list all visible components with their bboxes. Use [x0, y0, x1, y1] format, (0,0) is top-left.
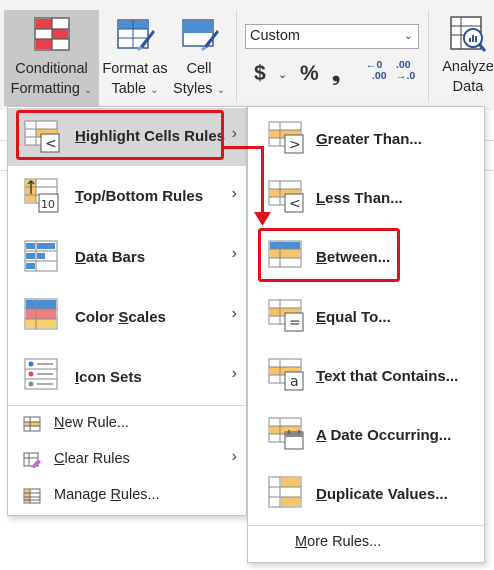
- data-bars-icon: [24, 240, 60, 274]
- text-contains-glyph: a: [290, 374, 299, 390]
- annotation-arrow-head-icon: [254, 212, 271, 226]
- menu-item-clear-rules[interactable]: Clear Rules ›: [8, 443, 246, 477]
- equal-to-icon: =: [268, 299, 304, 333]
- menu-item-label: Manage Rules...: [54, 487, 160, 503]
- chevron-right-icon: ›: [231, 448, 237, 465]
- clear-rules-icon: [23, 451, 41, 469]
- chevron-right-icon: ›: [231, 125, 237, 142]
- less-than-icon: <: [268, 180, 304, 214]
- duplicate-values-icon: [268, 476, 304, 510]
- decrease-decimal-button[interactable]: .00 →.0: [396, 60, 415, 82]
- menu-item-label: Icon Sets: [75, 369, 142, 386]
- menu-item-data-bars[interactable]: Data Bars ›: [8, 228, 246, 286]
- text-contains-icon: a: [268, 358, 304, 392]
- menu-item-text-that-contains[interactable]: a Text that Contains...: [248, 346, 484, 404]
- menu-item-date-occurring[interactable]: A Date Occurring...: [248, 405, 484, 463]
- format-as-table-icon: [115, 16, 155, 54]
- conditional-formatting-label-1: Conditional: [15, 61, 88, 77]
- menu-item-label: Top/Bottom Rules: [75, 188, 204, 205]
- analyze-data-label-2: Data: [452, 79, 484, 95]
- chevron-down-icon: ⌄: [150, 85, 159, 96]
- menu-item-equal-to[interactable]: = Equal To...: [248, 287, 484, 345]
- conditional-formatting-menu: < Highlight Cells Rules › 10 Top/Bottom …: [7, 106, 247, 516]
- top-bottom-badge-glyph: 10: [41, 198, 55, 211]
- menu-divider: [248, 525, 484, 526]
- top-bottom-icon: 10: [24, 178, 60, 213]
- chevron-right-icon: ›: [231, 365, 237, 382]
- ribbon: Conditional Formatting ⌄ Format as Table…: [0, 0, 494, 110]
- number-format-select[interactable]: Custom ⌄: [245, 24, 419, 49]
- menu-item-label: Equal To...: [316, 309, 391, 326]
- manage-rules-icon: [23, 487, 41, 505]
- highlight-annotation-box: [16, 110, 224, 160]
- menu-item-icon-sets[interactable]: Icon Sets ›: [8, 348, 246, 406]
- format-as-table-label-2: Table: [111, 81, 147, 97]
- less-than-glyph: <: [289, 196, 301, 212]
- menu-item-label: Duplicate Values...: [316, 486, 448, 503]
- format-as-table-label-1: Format as: [102, 61, 168, 77]
- format-as-table-button[interactable]: Format as Table ⌄: [100, 10, 170, 106]
- menu-item-color-scales[interactable]: Color Scales ›: [8, 288, 246, 346]
- menu-item-label: Color Scales: [75, 309, 166, 326]
- menu-item-label: Greater Than...: [316, 131, 422, 148]
- menu-item-label: New Rule...: [54, 415, 129, 431]
- chevron-right-icon: ›: [231, 305, 237, 322]
- decrease-decimal-bottom: →.0: [396, 70, 416, 82]
- chevron-down-icon: ⌄: [216, 85, 225, 96]
- analyze-data-icon: [448, 14, 488, 52]
- menu-item-less-than[interactable]: < Less Than...: [248, 168, 484, 226]
- cell-styles-label-1: Cell: [186, 61, 212, 77]
- cell-styles-label-2: Styles: [173, 81, 213, 97]
- highlight-cells-rules-submenu: > Greater Than... < Less Than... Between…: [247, 106, 485, 563]
- comma-style-button[interactable]: ❟: [332, 62, 340, 86]
- date-occurring-icon: [268, 417, 304, 451]
- menu-item-label: Less Than...: [316, 190, 403, 207]
- menu-item-label: Data Bars: [75, 249, 146, 266]
- chevron-down-icon: ⌄: [403, 30, 413, 42]
- menu-item-manage-rules[interactable]: Manage Rules...: [8, 479, 246, 513]
- menu-item-duplicate-values[interactable]: Duplicate Values...: [248, 464, 484, 522]
- greater-than-icon: >: [268, 121, 304, 155]
- percent-button[interactable]: %: [300, 62, 319, 86]
- cell-styles-button[interactable]: Cell Styles ⌄: [170, 10, 228, 106]
- greater-than-glyph: >: [289, 137, 301, 153]
- menu-item-label: A Date Occurring...: [316, 427, 452, 444]
- menu-item-top-bottom-rules[interactable]: 10 Top/Bottom Rules ›: [8, 168, 246, 226]
- color-scales-icon: [24, 298, 60, 332]
- menu-item-label: Clear Rules: [54, 451, 130, 467]
- between-annotation-box: [258, 228, 400, 282]
- chevron-right-icon: ›: [231, 245, 237, 262]
- ribbon-separator: [428, 10, 429, 102]
- analyze-data-label-1: Analyze: [442, 59, 494, 75]
- menu-item-label: More Rules...: [295, 534, 382, 550]
- cell-styles-icon: [179, 16, 219, 54]
- chevron-down-icon: ⌄: [83, 85, 93, 96]
- conditional-formatting-button[interactable]: Conditional Formatting ⌄: [4, 10, 99, 106]
- increase-decimal-bottom: .00: [372, 70, 387, 82]
- annotation-arrow-horizontal: [224, 146, 264, 149]
- conditional-formatting-label-2: Formatting: [10, 81, 80, 97]
- chevron-down-icon[interactable]: ⌄: [278, 68, 287, 81]
- menu-divider: [8, 405, 246, 406]
- analyze-data-button[interactable]: Analyze Data: [436, 10, 494, 106]
- chevron-right-icon: ›: [231, 185, 237, 202]
- equal-to-glyph: =: [289, 315, 301, 331]
- annotation-arrow-vertical: [261, 146, 264, 216]
- menu-item-label: Text that Contains...: [316, 368, 459, 385]
- ribbon-separator: [236, 10, 237, 102]
- icon-sets-icon: [24, 358, 60, 392]
- menu-item-new-rule[interactable]: New Rule...: [8, 407, 246, 441]
- new-rule-icon: [23, 415, 41, 433]
- increase-decimal-button[interactable]: ←0 .00: [366, 60, 387, 82]
- number-format-value: Custom: [250, 28, 300, 44]
- menu-item-more-rules[interactable]: More Rules...: [248, 527, 484, 561]
- conditional-formatting-icon: [32, 16, 72, 54]
- currency-button[interactable]: $: [254, 62, 266, 86]
- menu-item-greater-than[interactable]: > Greater Than...: [248, 109, 484, 167]
